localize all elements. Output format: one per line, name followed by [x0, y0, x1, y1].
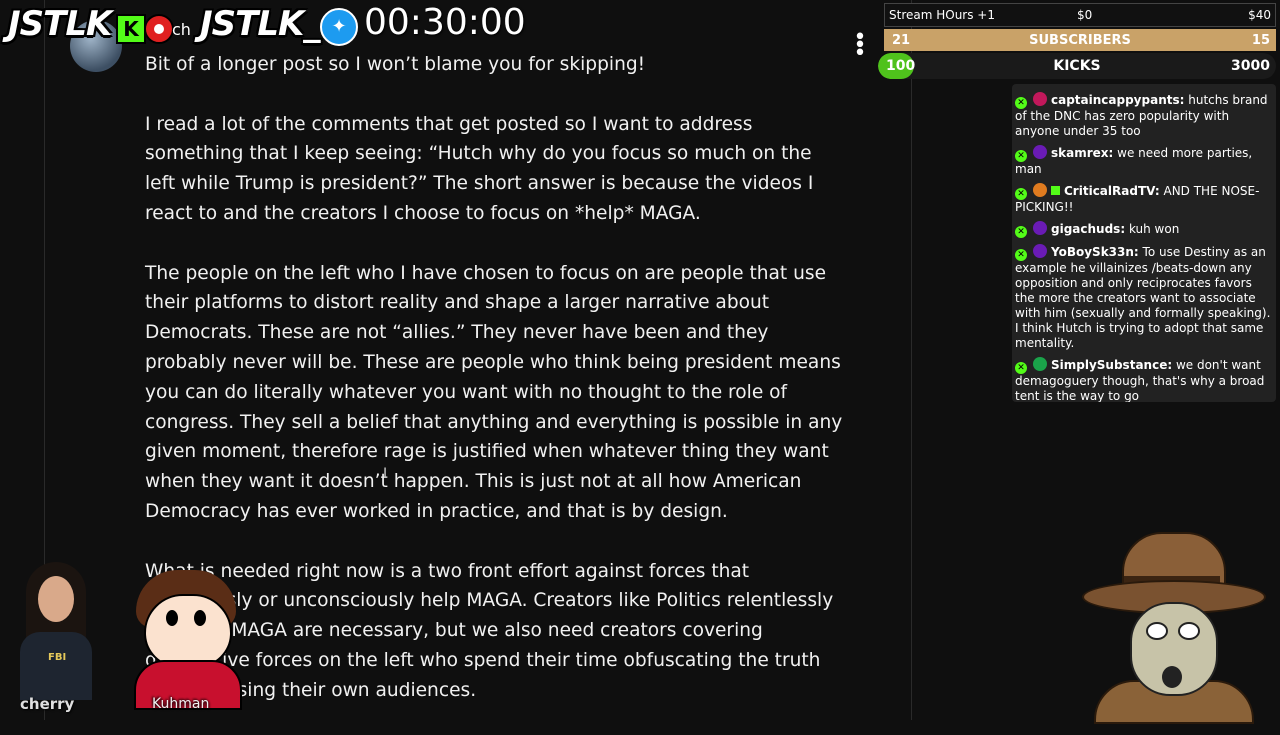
kick-badge-icon: ✕	[1015, 150, 1027, 162]
chat-username: skamrex:	[1051, 146, 1114, 160]
chat-username: CriticalRadTV:	[1064, 184, 1160, 198]
subscribers-goal: 21 SUBSCRIBERS 15	[884, 29, 1276, 51]
goal-label: SUBSCRIBERS	[1029, 33, 1131, 48]
chat-message: ✕ CriticalRadTV: AND THE NOSE-PICKING!!	[1015, 183, 1272, 215]
user-badge-icon	[1033, 221, 1047, 235]
kick-badge-icon: ✕	[1015, 226, 1027, 238]
user-badge-icon	[1033, 357, 1047, 371]
chat-message: ✕ captaincappypants: hutchs brand of the …	[1015, 92, 1272, 139]
post-paragraph: Bit of a longer post so I won’t blame yo…	[145, 54, 646, 75]
kick-badge-icon: ✕	[1015, 188, 1027, 200]
kick-badge-icon: ✕	[1015, 362, 1027, 374]
chat-overlay: ✕ captaincappypants: hutchs brand of the …	[1012, 84, 1276, 402]
cherry-label: cherry	[20, 695, 75, 713]
brand-logo-right: JSTLK_	[200, 4, 320, 44]
user-badge-icon	[1033, 244, 1047, 258]
goal-label: KICKS	[1053, 58, 1101, 74]
chat-message: ✕ gigachuds: kuh won	[1015, 221, 1272, 238]
kick-badge-icon: ✕	[1015, 97, 1027, 109]
post-paragraph: What is needed right now is a two front …	[145, 560, 834, 701]
goal-label: Stream HOurs +1	[889, 8, 995, 22]
stream-hours-goal: Stream HOurs +1 $0 $40	[884, 3, 1276, 27]
kuhman-avatar	[126, 566, 246, 710]
kick-badge-icon: ✕	[1015, 249, 1027, 261]
partial-text: ch	[172, 20, 191, 39]
goal-bars: Stream HOurs +1 $0 $40 21 SUBSCRIBERS 15…	[878, 3, 1276, 79]
goal-target: 3000	[1231, 58, 1270, 74]
user-badge-icon	[1033, 92, 1047, 106]
goal-value: $0	[1077, 8, 1093, 22]
goal-target: 15	[1251, 33, 1270, 48]
user-badge-icon	[1033, 145, 1047, 159]
post-paragraph: The people on the left who I have chosen…	[145, 262, 843, 522]
sub-badge-icon	[1051, 186, 1060, 195]
user-badge-icon	[1033, 183, 1047, 197]
goal-target: $40	[1248, 8, 1271, 22]
chat-username: gigachuds:	[1051, 222, 1126, 236]
chat-username: YoBoySk33n:	[1051, 245, 1139, 259]
kicks-goal: 100 KICKS 3000	[878, 53, 1276, 79]
more-options-icon[interactable]: • • •	[852, 27, 868, 65]
brand-logo-left: JSTLK	[8, 4, 112, 44]
chat-username: captaincappypants:	[1051, 93, 1185, 107]
text-cursor-icon: I	[383, 466, 388, 482]
post-body: Bit of a longer post so I won’t blame yo…	[145, 50, 845, 735]
stream-timer: 00:30:00	[364, 2, 526, 43]
cherry-avatar: FBI	[12, 560, 96, 700]
chat-message: ✕ SimplySubstance: we don't want demagogu…	[1015, 357, 1272, 402]
post-paragraph: I read a lot of the comments that get po…	[145, 113, 814, 224]
record-icon	[144, 14, 174, 44]
detective-avatar	[1074, 530, 1270, 724]
kuhman-label: Kuhman	[152, 696, 210, 712]
chat-text: To use Destiny as an example he villaini…	[1015, 245, 1271, 350]
chat-message: ✕ YoBoySk33n: To use Destiny as an exampl…	[1015, 244, 1272, 351]
kick-logo-icon: K	[116, 14, 146, 44]
chat-username: SimplySubstance:	[1051, 358, 1173, 372]
twitter-icon: ✦	[320, 8, 358, 46]
chat-message: ✕ skamrex: we need more parties, man	[1015, 145, 1272, 177]
chat-text: kuh won	[1125, 222, 1180, 236]
fbi-label: FBI	[48, 652, 67, 663]
